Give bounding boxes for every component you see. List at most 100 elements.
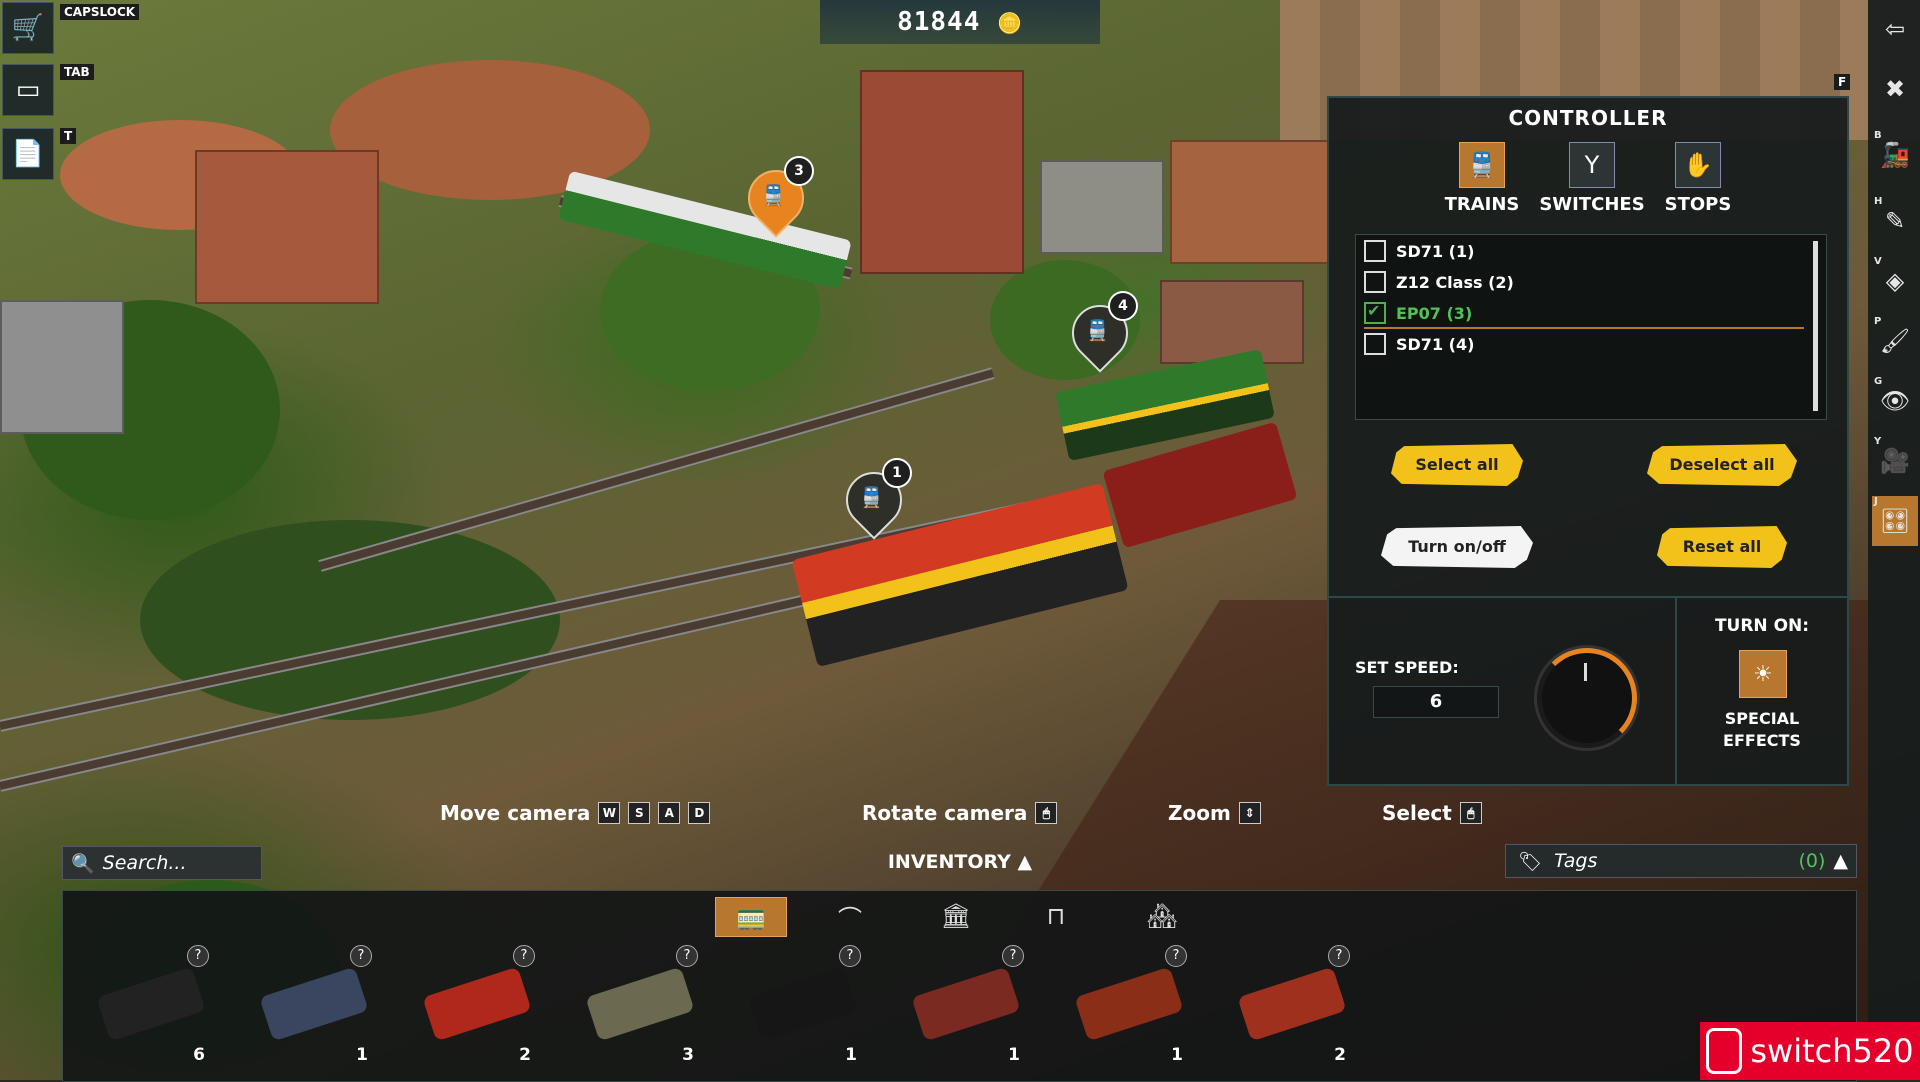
item-model xyxy=(585,966,695,1042)
train-marker-1[interactable]: 🚆 1 xyxy=(834,458,914,540)
cart-icon[interactable]: 🛒 xyxy=(2,2,54,54)
help-icon[interactable]: ? xyxy=(350,945,372,967)
deselect-all-button[interactable]: Deselect all xyxy=(1647,444,1797,486)
chevron-up-icon: ▲ xyxy=(1017,851,1033,873)
controller-icon[interactable]: J 🎛 xyxy=(1872,496,1918,546)
train-checkbox[interactable] xyxy=(1364,333,1386,355)
item-model xyxy=(1237,966,1347,1042)
help-icon[interactable]: ? xyxy=(513,945,535,967)
train-car-icon[interactable]: 🚃 xyxy=(715,897,787,937)
train-list-item[interactable]: Z12 Class (2) xyxy=(1364,268,1804,296)
tab-switches[interactable]: Y SWITCHES xyxy=(1537,142,1647,215)
currency-value: 81844 xyxy=(897,7,981,37)
train-list-item[interactable]: EP07 (3) xyxy=(1364,299,1804,329)
hand-icon: ✋ xyxy=(1675,142,1721,188)
document-icon[interactable]: 📄 xyxy=(2,128,54,180)
move-camera-hint: Move camera W S A D xyxy=(440,790,711,836)
train-icon: 🚆 xyxy=(859,485,884,509)
currency-counter: 81844 🪙 xyxy=(820,0,1100,44)
turn-on-off-button[interactable]: Turn on/off xyxy=(1381,526,1533,568)
d-key: D xyxy=(688,802,711,824)
inventory-item[interactable]: ? 2 xyxy=(1222,945,1362,1065)
train-icon: 🚆 xyxy=(1459,142,1505,188)
house xyxy=(1160,280,1304,364)
layers-icon[interactable]: V ◈ xyxy=(1872,256,1918,306)
train-marker-4[interactable]: 🚆 4 xyxy=(1060,291,1140,373)
train-checkbox[interactable] xyxy=(1364,271,1386,293)
help-icon[interactable]: ? xyxy=(839,945,861,967)
stone-building xyxy=(1040,160,1164,254)
tags-filter[interactable]: 🏷 Tags (0) ▲ xyxy=(1505,844,1857,878)
inventory-item[interactable]: ? 3 xyxy=(570,945,710,1065)
speed-section: SET SPEED: 6 xyxy=(1329,596,1677,784)
tab-trains[interactable]: 🚆 TRAINS xyxy=(1427,142,1537,215)
list-scrollbar[interactable] xyxy=(1813,241,1818,411)
controller-title: CONTROLLER xyxy=(1508,106,1668,130)
watermark: switch520 xyxy=(1700,1022,1920,1080)
chevron-up-icon[interactable]: ▲ xyxy=(1833,850,1848,872)
train-marker-3[interactable]: 🚆 3 xyxy=(736,156,816,238)
visibility-grid-icon[interactable]: G 👁 xyxy=(1872,376,1918,426)
t-key-hint: T xyxy=(60,128,77,144)
bench-icon[interactable]: ⊓ xyxy=(1021,897,1091,935)
train-list[interactable]: SD71 (1) Z12 Class (2) EP07 (3) SD71 (4) xyxy=(1355,234,1827,420)
train-icon: 🚆 xyxy=(1085,318,1110,342)
right-toolbar: ⇦ ✖ B 🚂 H ✎ V ◈ P 🖌 G 👁 Y 🎥 J 🎛 xyxy=(1868,0,1920,1080)
a-key: A xyxy=(658,802,681,824)
inventory-panel: 🚃 ⌒ 🏛 ⊓ 🏘 ? 6 ? 1 ? 2 ? 3 ? 1 ? 1 ? 1 ? 2 xyxy=(62,890,1857,1082)
exit-icon[interactable]: ⇦ xyxy=(1872,4,1918,54)
tab-stops[interactable]: ✋ STOPS xyxy=(1643,142,1753,215)
inventory-item[interactable]: ? 1 xyxy=(244,945,384,1065)
speed-knob[interactable] xyxy=(1537,648,1637,748)
search-input[interactable]: 🔍 Search... xyxy=(62,846,262,880)
help-icon[interactable]: ? xyxy=(187,945,209,967)
switch-logo-icon xyxy=(1706,1028,1743,1074)
help-icon[interactable]: ? xyxy=(676,945,698,967)
inventory-toggle[interactable]: INVENTORY ▲ xyxy=(860,846,1060,878)
screen-icon[interactable]: ▭ xyxy=(2,64,54,116)
mouse-wheel-icon: ⇕ xyxy=(1238,802,1261,824)
camera-icon[interactable]: Y 🎥 xyxy=(1872,436,1918,486)
red-locomotive[interactable] xyxy=(791,482,1129,668)
help-icon[interactable]: ? xyxy=(1165,945,1187,967)
track-icon[interactable]: ⌒ xyxy=(815,897,885,935)
train-build-icon[interactable]: B 🚂 xyxy=(1872,130,1918,180)
knob-indicator xyxy=(1584,663,1587,681)
select-all-button[interactable]: Select all xyxy=(1391,444,1523,486)
factory-building xyxy=(0,300,124,434)
capslock-key-hint: CAPSLOCK xyxy=(60,4,140,20)
item-model xyxy=(96,966,206,1042)
reset-all-button[interactable]: Reset all xyxy=(1657,526,1787,568)
help-icon[interactable]: ? xyxy=(1328,945,1350,967)
brick-building xyxy=(195,150,379,304)
inventory-item[interactable]: ? 2 xyxy=(407,945,547,1065)
special-effects-label: SPECIAL EFFECTS xyxy=(1723,709,1801,750)
tags-count: (0) xyxy=(1798,850,1826,872)
item-model xyxy=(1074,966,1184,1042)
item-model xyxy=(748,966,858,1042)
inventory-item[interactable]: ? 1 xyxy=(896,945,1036,1065)
s-key: S xyxy=(628,802,651,824)
turn-on-section: TURN ON: ☀ SPECIAL EFFECTS xyxy=(1677,596,1847,784)
inventory-item[interactable]: ? 1 xyxy=(1059,945,1199,1065)
scenery-icon[interactable]: 🏘 xyxy=(1127,897,1197,935)
special-effects-icon[interactable]: ☀ xyxy=(1739,650,1787,698)
turn-on-label: TURN ON: xyxy=(1714,616,1810,636)
train-list-item[interactable]: SD71 (4) xyxy=(1364,330,1804,358)
brick-building xyxy=(1170,140,1334,264)
eyedropper-icon[interactable]: H ✎ xyxy=(1872,196,1918,246)
inventory-item[interactable]: ? 1 xyxy=(733,945,873,1065)
train-list-item[interactable]: SD71 (1) xyxy=(1364,237,1804,265)
coin-stack-icon: 🪙 xyxy=(997,11,1023,35)
item-model xyxy=(259,966,369,1042)
train-checkbox[interactable] xyxy=(1364,240,1386,262)
help-icon[interactable]: ? xyxy=(1002,945,1024,967)
zoom-hint: Zoom ⇕ xyxy=(1168,790,1261,836)
building-icon[interactable]: 🏛 xyxy=(921,897,991,935)
speed-value[interactable]: 6 xyxy=(1373,686,1499,718)
inventory-item[interactable]: ? 6 xyxy=(81,945,221,1065)
paint-brush-icon[interactable]: P 🖌 xyxy=(1872,316,1918,366)
mouse-right-icon: 🖱 xyxy=(1035,802,1058,824)
tools-icon[interactable]: ✖ xyxy=(1872,64,1918,114)
train-checkbox[interactable] xyxy=(1364,301,1386,324)
